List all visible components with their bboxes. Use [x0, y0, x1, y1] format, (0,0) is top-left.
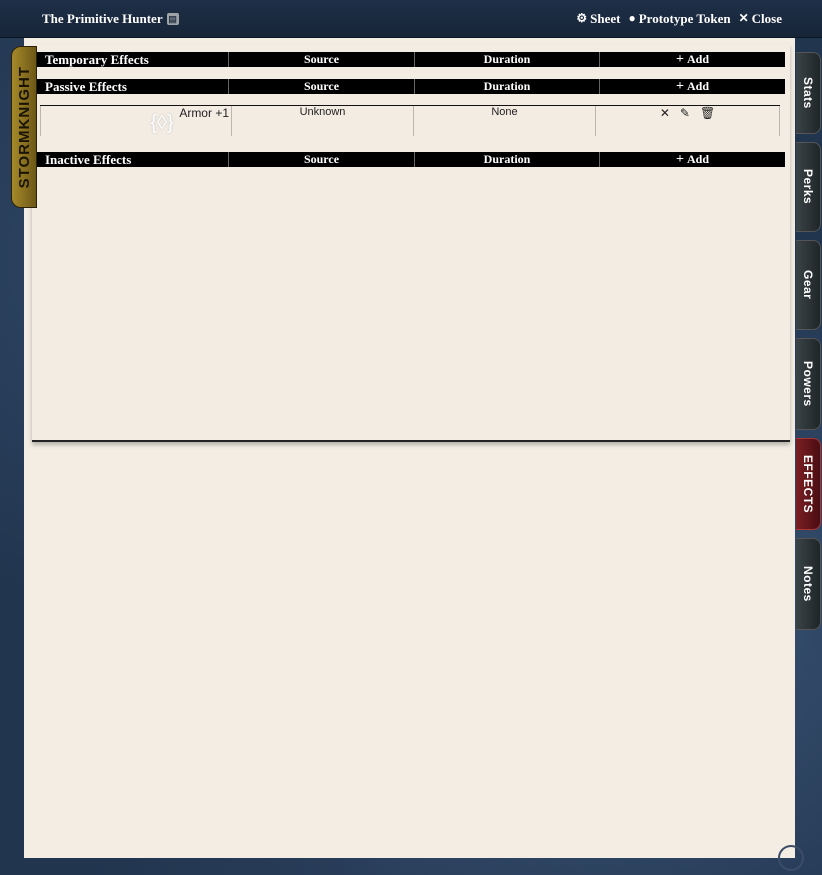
sheet-lock-icon[interactable]: ▤	[166, 12, 179, 25]
effect-controls: ✕ ✎ 🗑	[596, 106, 780, 136]
tab-powers[interactable]: Powers	[796, 338, 821, 430]
effect-duration: None	[414, 106, 596, 136]
inactive-effects-header: Inactive Effects Source Duration + Add	[36, 152, 785, 167]
window-header: The Primitive Hunter ▤ ⚙ Sheet ● Prototy…	[0, 0, 822, 38]
tab-perks[interactable]: Perks	[796, 142, 821, 232]
resize-handle[interactable]	[778, 845, 804, 871]
add-label: Add	[686, 52, 709, 66]
user-circle-icon: ●	[628, 11, 636, 25]
plus-icon: +	[676, 78, 684, 94]
gear-icon: ⚙	[576, 11, 588, 25]
tab-effects-label: EFFECTS	[801, 454, 815, 514]
inactive-duration-header: Duration	[415, 152, 600, 167]
delete-effect-icon[interactable]: 🗑	[700, 106, 715, 136]
add-inactive-effect-button[interactable]: + Add	[600, 152, 785, 167]
add-label: Add	[686, 79, 709, 93]
shield-effect-icon: {◊}	[150, 112, 174, 134]
tab-stats[interactable]: Stats	[796, 52, 821, 134]
close-button[interactable]: ✕ Close	[739, 11, 782, 27]
plus-icon: +	[676, 51, 684, 67]
window-title: The Primitive Hunter ▤	[42, 11, 576, 27]
add-passive-effect-button[interactable]: + Add	[600, 79, 785, 94]
close-icon: ✕	[738, 11, 749, 25]
faction-tab-label: STORMKNIGHT	[15, 65, 33, 189]
effect-source: Unknown	[232, 106, 414, 136]
tab-notes-label: Notes	[801, 566, 815, 602]
window-title-text: The Primitive Hunter	[42, 10, 163, 26]
passive-source-header: Source	[229, 79, 415, 94]
temporary-effects-title: Temporary Effects	[36, 52, 229, 67]
effects-panel: Temporary Effects Source Duration + Add …	[32, 44, 790, 442]
temporary-source-header: Source	[229, 52, 415, 67]
tab-gear-label: Gear	[801, 270, 815, 300]
close-button-label: Close	[751, 10, 782, 26]
plus-icon: +	[676, 151, 684, 167]
temporary-effects-header: Temporary Effects Source Duration + Add	[36, 52, 785, 67]
tab-notes[interactable]: Notes	[796, 538, 821, 630]
prototype-token-button[interactable]: ● Prototype Token	[628, 11, 730, 27]
tab-powers-label: Powers	[801, 361, 815, 407]
tab-gear[interactable]: Gear	[796, 240, 821, 330]
effect-name-cell: {◊} Armor +1	[40, 106, 232, 136]
sheet-button[interactable]: ⚙ Sheet	[576, 11, 620, 27]
tab-effects[interactable]: EFFECTS	[796, 438, 821, 530]
passive-duration-header: Duration	[415, 79, 600, 94]
inactive-effects-title: Inactive Effects	[36, 152, 229, 167]
passive-effects-title: Passive Effects	[36, 79, 229, 94]
effect-name: Armor +1	[179, 106, 229, 120]
tab-stats-label: Stats	[801, 77, 815, 109]
header-controls: ⚙ Sheet ● Prototype Token ✕ Close	[576, 11, 782, 27]
temporary-duration-header: Duration	[415, 52, 600, 67]
add-label: Add	[686, 152, 709, 166]
prototype-token-label: Prototype Token	[638, 10, 731, 26]
edit-effect-icon[interactable]: ✎	[680, 106, 690, 136]
faction-tab-stormknight[interactable]: STORMKNIGHT	[11, 46, 37, 208]
toggle-effect-icon[interactable]: ✕	[660, 106, 670, 136]
tab-perks-label: Perks	[801, 169, 815, 205]
passive-effects-header: Passive Effects Source Duration + Add	[36, 79, 785, 94]
inactive-source-header: Source	[229, 152, 415, 167]
sheet-button-label: Sheet	[590, 10, 621, 26]
add-temporary-effect-button[interactable]: + Add	[600, 52, 785, 67]
effect-row-armor: {◊} Armor +1 Unknown None ✕ ✎ 🗑	[40, 105, 780, 140]
